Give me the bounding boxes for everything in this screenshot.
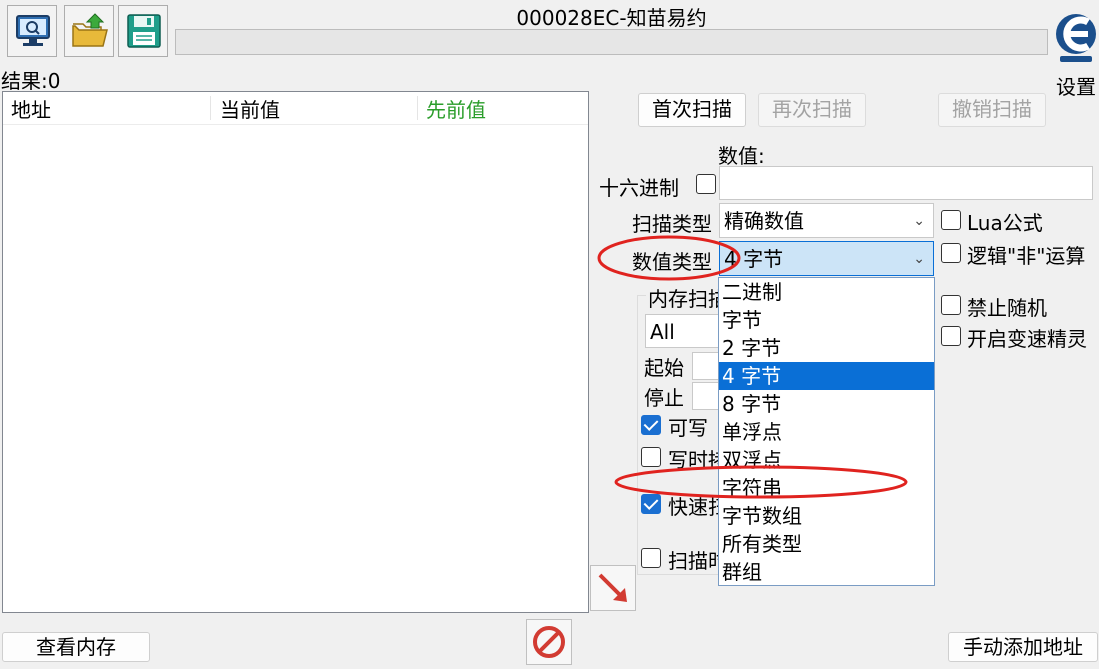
value-input[interactable]	[719, 166, 1093, 200]
prohibited-icon	[533, 626, 565, 658]
dropdown-option-selected[interactable]: 4 字节	[719, 362, 934, 390]
dropdown-option[interactable]: 群组	[719, 558, 934, 585]
fast-scan-checkbox[interactable]	[641, 494, 661, 514]
value-label: 数值:	[718, 144, 765, 168]
add-to-list-button[interactable]	[590, 565, 636, 611]
table-header: 地址 当前值 先前值	[3, 92, 588, 125]
logical-not-label: 逻辑"非"运算	[967, 244, 1086, 268]
first-scan-button[interactable]: 首次扫描	[638, 93, 746, 127]
lua-formula-label: Lua公式	[967, 211, 1043, 235]
lua-formula-checkbox[interactable]	[941, 210, 961, 230]
memory-region-value: All	[650, 320, 675, 344]
disable-random-label: 禁止随机	[967, 296, 1047, 320]
pause-scan-checkbox[interactable]	[641, 548, 661, 568]
pause-scan-label: 扫描时暂停	[668, 549, 718, 573]
stop-button[interactable]	[526, 619, 572, 665]
scan-progress-bar	[175, 29, 1048, 55]
dropdown-option[interactable]: 字节	[719, 306, 934, 334]
value-type-label: 数值类型	[632, 250, 712, 274]
value-type-dropdown[interactable]: 二进制 字节 2 字节 4 字节 8 字节 单浮点 双浮点 字符串 字节数组 所…	[718, 277, 935, 586]
start-label: 起始	[644, 356, 684, 380]
add-address-manually-button[interactable]: 手动添加地址	[948, 632, 1098, 662]
computer-icon	[16, 15, 50, 46]
open-folder-icon	[72, 13, 108, 47]
settings-label[interactable]: 设置	[1056, 71, 1096, 100]
column-address[interactable]: 地址	[11, 94, 51, 123]
dropdown-option[interactable]: 字节数组	[719, 502, 934, 530]
dropdown-option[interactable]: 字符串	[719, 474, 934, 502]
floppy-disk-icon	[127, 14, 161, 48]
chevron-down-icon: ⌄	[913, 213, 925, 229]
hex-label: 十六进制	[599, 176, 679, 200]
writable-label: 可写	[668, 416, 708, 440]
open-file-button[interactable]	[64, 5, 114, 57]
scan-type-select[interactable]: 精确数值 ⌄	[719, 203, 934, 238]
dropdown-option[interactable]: 双浮点	[719, 446, 934, 474]
value-type-value: 4 字节	[724, 247, 784, 271]
stop-label: 停止	[644, 386, 684, 410]
speedhack-label: 开启变速精灵	[967, 327, 1087, 351]
dropdown-option[interactable]: 8 字节	[719, 390, 934, 418]
cheat-engine-logo-icon	[1056, 14, 1096, 62]
scan-type-label: 扫描类型	[632, 212, 712, 236]
next-scan-button[interactable]: 再次扫描	[758, 93, 866, 127]
column-previous-value[interactable]: 先前值	[426, 94, 486, 123]
logical-not-checkbox[interactable]	[941, 243, 961, 263]
scan-type-value: 精确数值	[724, 209, 804, 233]
writable-checkbox[interactable]	[641, 415, 661, 435]
column-current-value[interactable]: 当前值	[220, 94, 280, 123]
disable-random-checkbox[interactable]	[941, 295, 961, 315]
chevron-down-icon: ⌄	[913, 251, 925, 267]
fast-scan-label: 快速扫描	[668, 495, 718, 519]
copy-on-write-label: 写时拷贝	[668, 448, 718, 472]
value-type-select[interactable]: 4 字节 ⌄	[719, 241, 934, 276]
speedhack-checkbox[interactable]	[941, 326, 961, 346]
copy-on-write-checkbox[interactable]	[641, 447, 661, 467]
dropdown-option[interactable]: 单浮点	[719, 418, 934, 446]
results-count: 结果:0	[1, 69, 61, 93]
window-title: 000028EC-知苗易约	[516, 6, 707, 30]
hex-checkbox[interactable]	[696, 174, 716, 194]
cheat-engine-logo[interactable]	[1052, 2, 1098, 68]
dropdown-option[interactable]: 2 字节	[719, 334, 934, 362]
process-select-button[interactable]	[7, 5, 57, 57]
view-memory-button[interactable]: 查看内存	[2, 632, 150, 662]
dropdown-option[interactable]: 二进制	[719, 278, 934, 306]
undo-scan-button[interactable]: 撤销扫描	[938, 93, 1046, 127]
arrow-down-right-icon	[598, 573, 627, 602]
results-table[interactable]: 地址 当前值 先前值	[2, 91, 589, 613]
save-button[interactable]	[118, 5, 168, 57]
dropdown-option[interactable]: 所有类型	[719, 530, 934, 558]
